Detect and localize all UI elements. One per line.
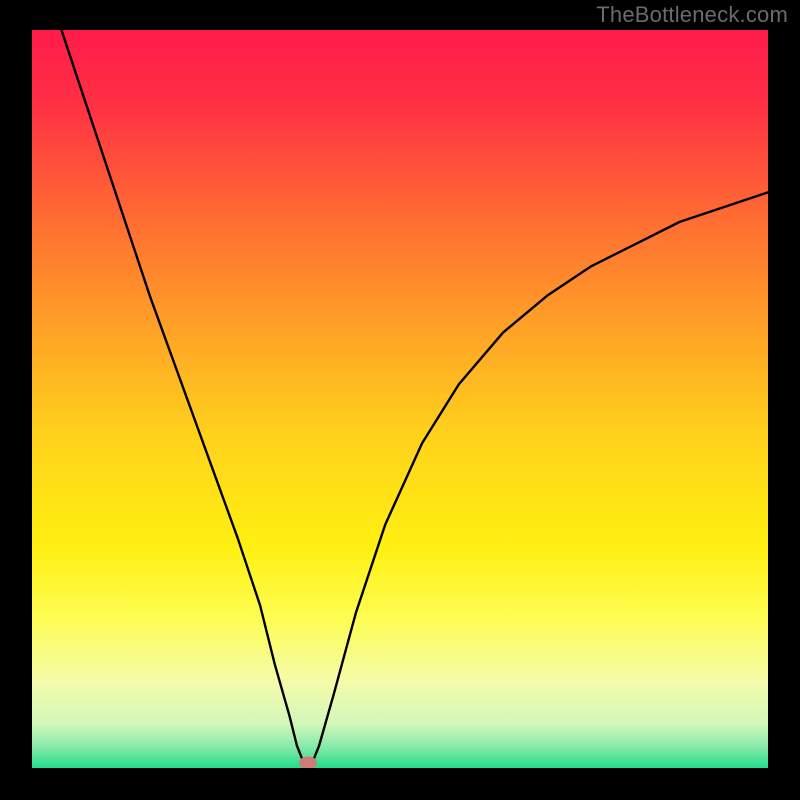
chart-svg [32,30,768,768]
gradient-background [32,30,768,768]
bottleneck-chart [32,30,768,768]
chart-frame: TheBottleneck.com [0,0,800,800]
watermark-text: TheBottleneck.com [596,2,788,28]
